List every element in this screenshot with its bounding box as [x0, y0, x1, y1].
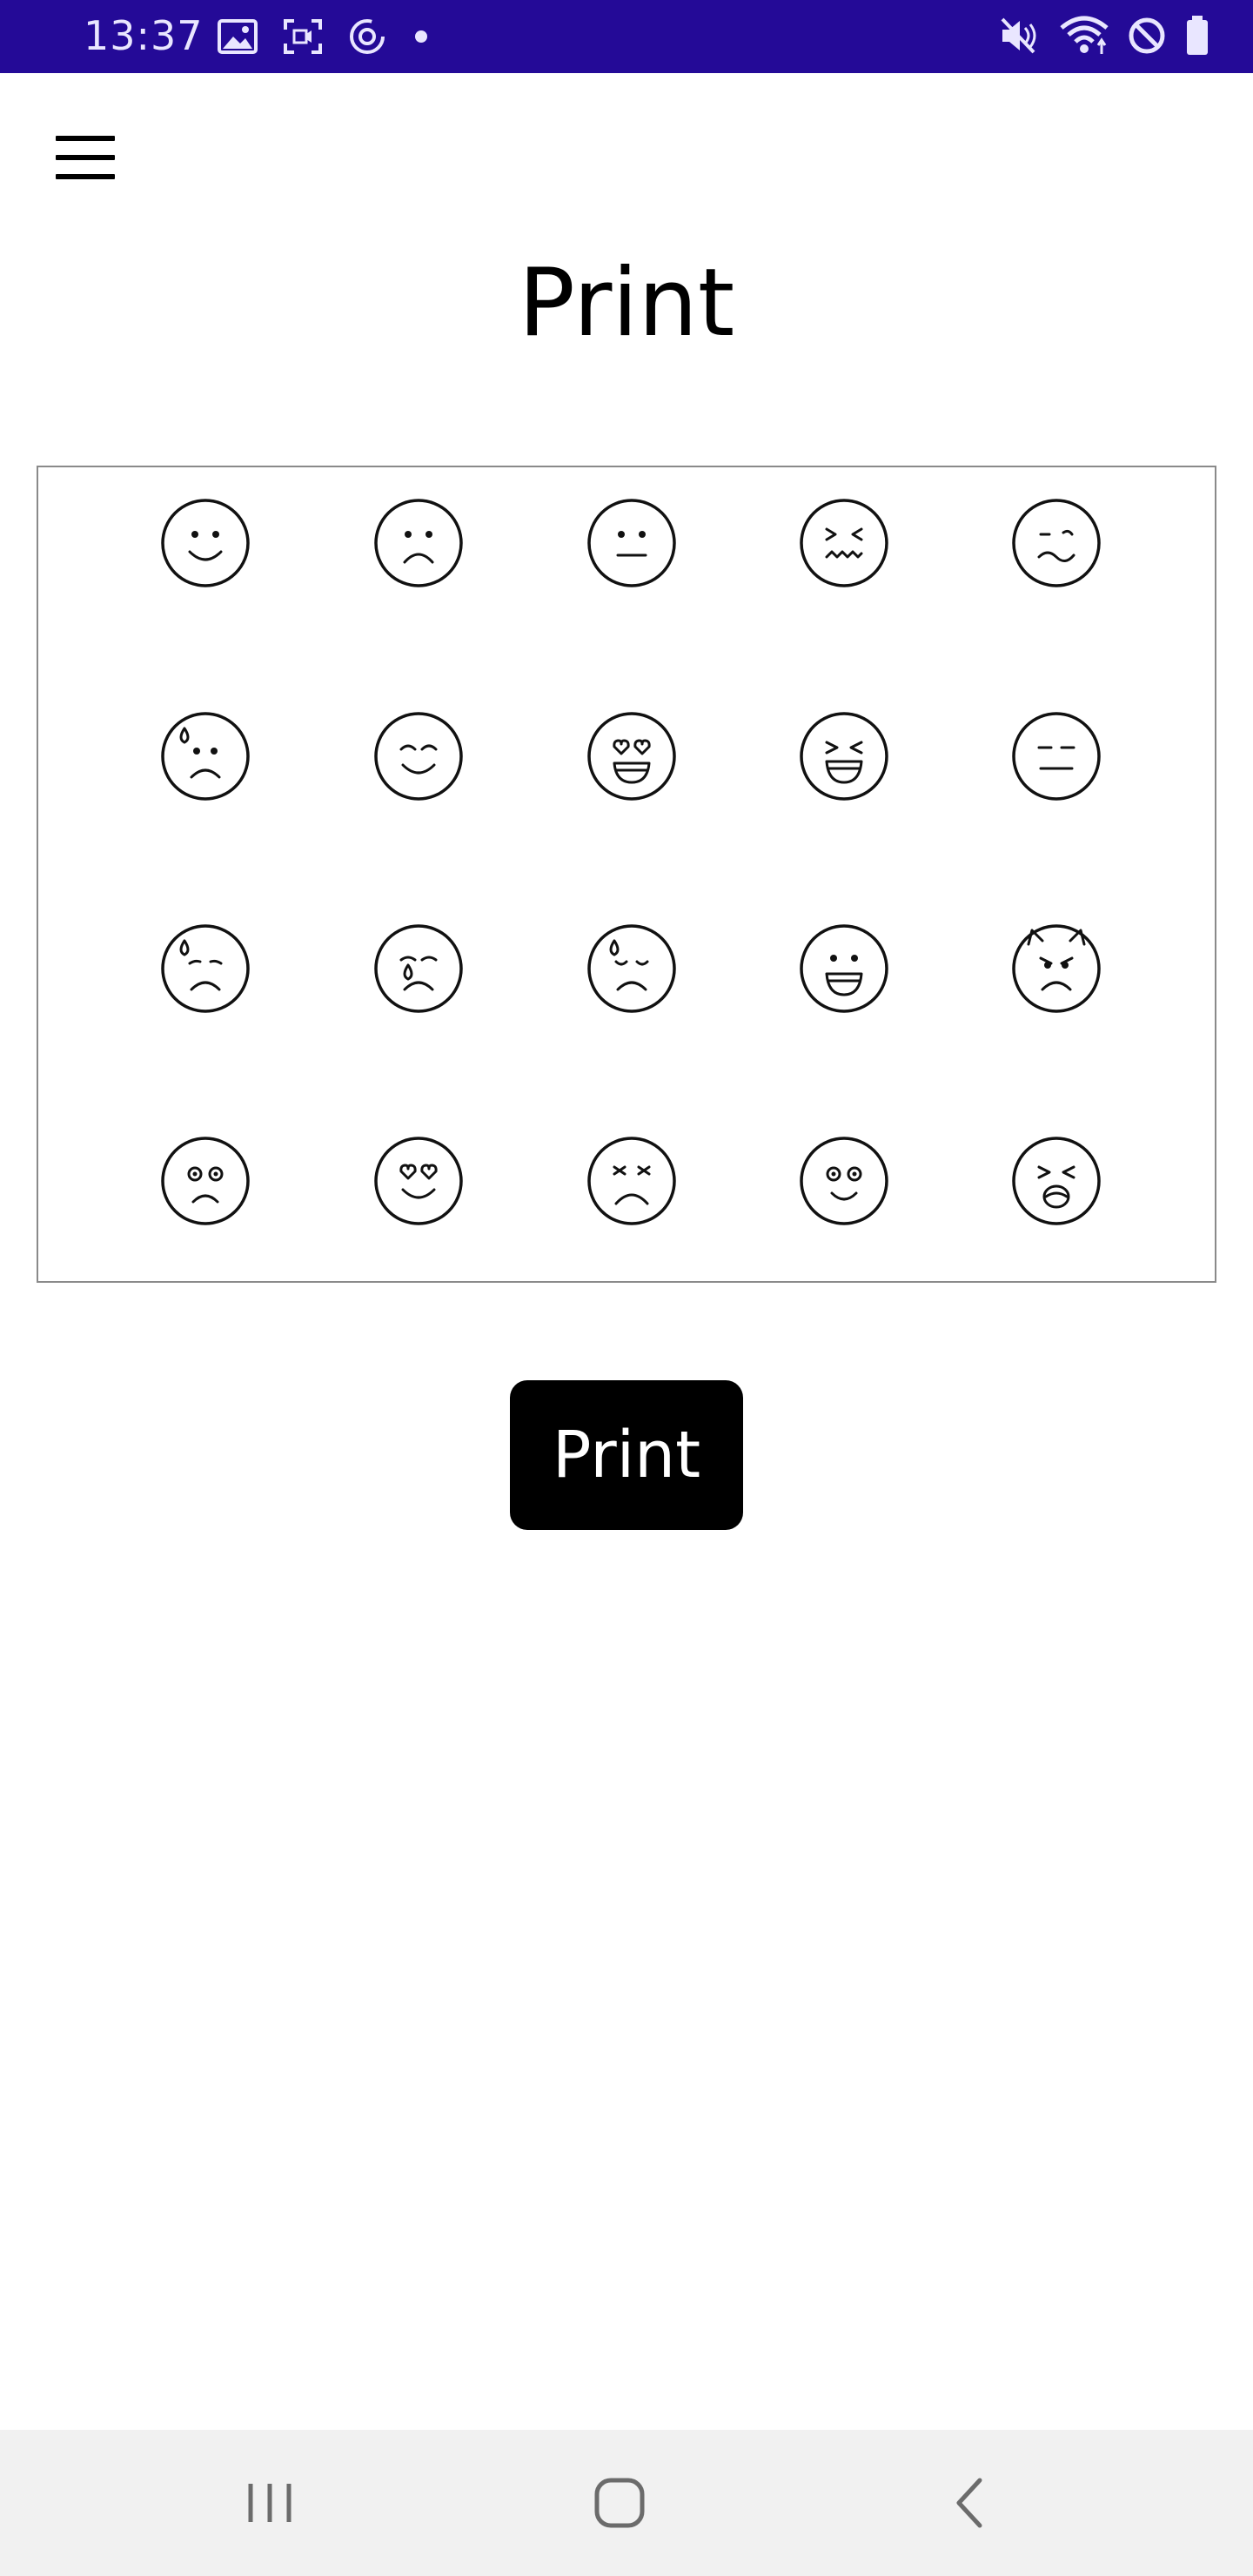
hamburger-menu-icon[interactable] — [49, 129, 122, 186]
neutral-emoji-icon — [586, 498, 677, 588]
mute-icon — [999, 16, 1041, 56]
woozy-emoji-icon — [1011, 498, 1102, 588]
angry-squint-emoji-icon — [586, 1136, 677, 1226]
navigation-bar — [0, 2430, 1253, 2576]
battery-icon — [1185, 16, 1209, 56]
screen-record-icon — [284, 19, 322, 54]
downcast-sweat-emoji-icon — [586, 923, 677, 1014]
print-button[interactable]: Print — [510, 1380, 743, 1530]
heart-eyes-smile-emoji-icon — [373, 1136, 464, 1226]
recent-apps-icon[interactable] — [235, 2468, 305, 2538]
home-icon[interactable] — [585, 2468, 654, 2538]
notification-dot-icon — [412, 28, 430, 45]
do-not-disturb-icon — [1128, 17, 1166, 55]
page-title: Print — [518, 249, 735, 358]
dizzy-frown-emoji-icon — [160, 1136, 251, 1226]
status-bar: 13:37 — [0, 0, 1253, 73]
status-time: 13:37 — [84, 12, 204, 59]
grinning-emoji-icon — [799, 923, 889, 1014]
expressionless-emoji-icon — [1011, 711, 1102, 802]
crying-tear-emoji-icon — [373, 923, 464, 1014]
angry-devil-emoji-icon — [1011, 923, 1102, 1014]
sync-icon — [348, 17, 386, 56]
back-icon[interactable] — [936, 2468, 1006, 2538]
menu-line — [56, 174, 115, 179]
status-right-icons — [999, 16, 1209, 56]
smile-emoji-icon — [160, 498, 251, 588]
shouting-emoji-icon — [1011, 1136, 1102, 1226]
dizzy-smile-emoji-icon — [799, 1136, 889, 1226]
laughing-squint-emoji-icon — [799, 711, 889, 802]
menu-line — [56, 136, 115, 141]
confounded-emoji-icon — [799, 498, 889, 588]
menu-line — [56, 155, 115, 160]
frown-emoji-icon — [373, 498, 464, 588]
status-left-icons — [218, 17, 430, 56]
happy-closed-eyes-emoji-icon — [373, 711, 464, 802]
heart-eyes-grin-emoji-icon — [586, 711, 677, 802]
wifi-icon — [1060, 16, 1109, 56]
gallery-icon — [218, 19, 258, 54]
anxious-sweat-emoji-icon — [160, 923, 251, 1014]
emoji-preview-panel — [37, 466, 1216, 1283]
sweat-frown-emoji-icon — [160, 711, 251, 802]
